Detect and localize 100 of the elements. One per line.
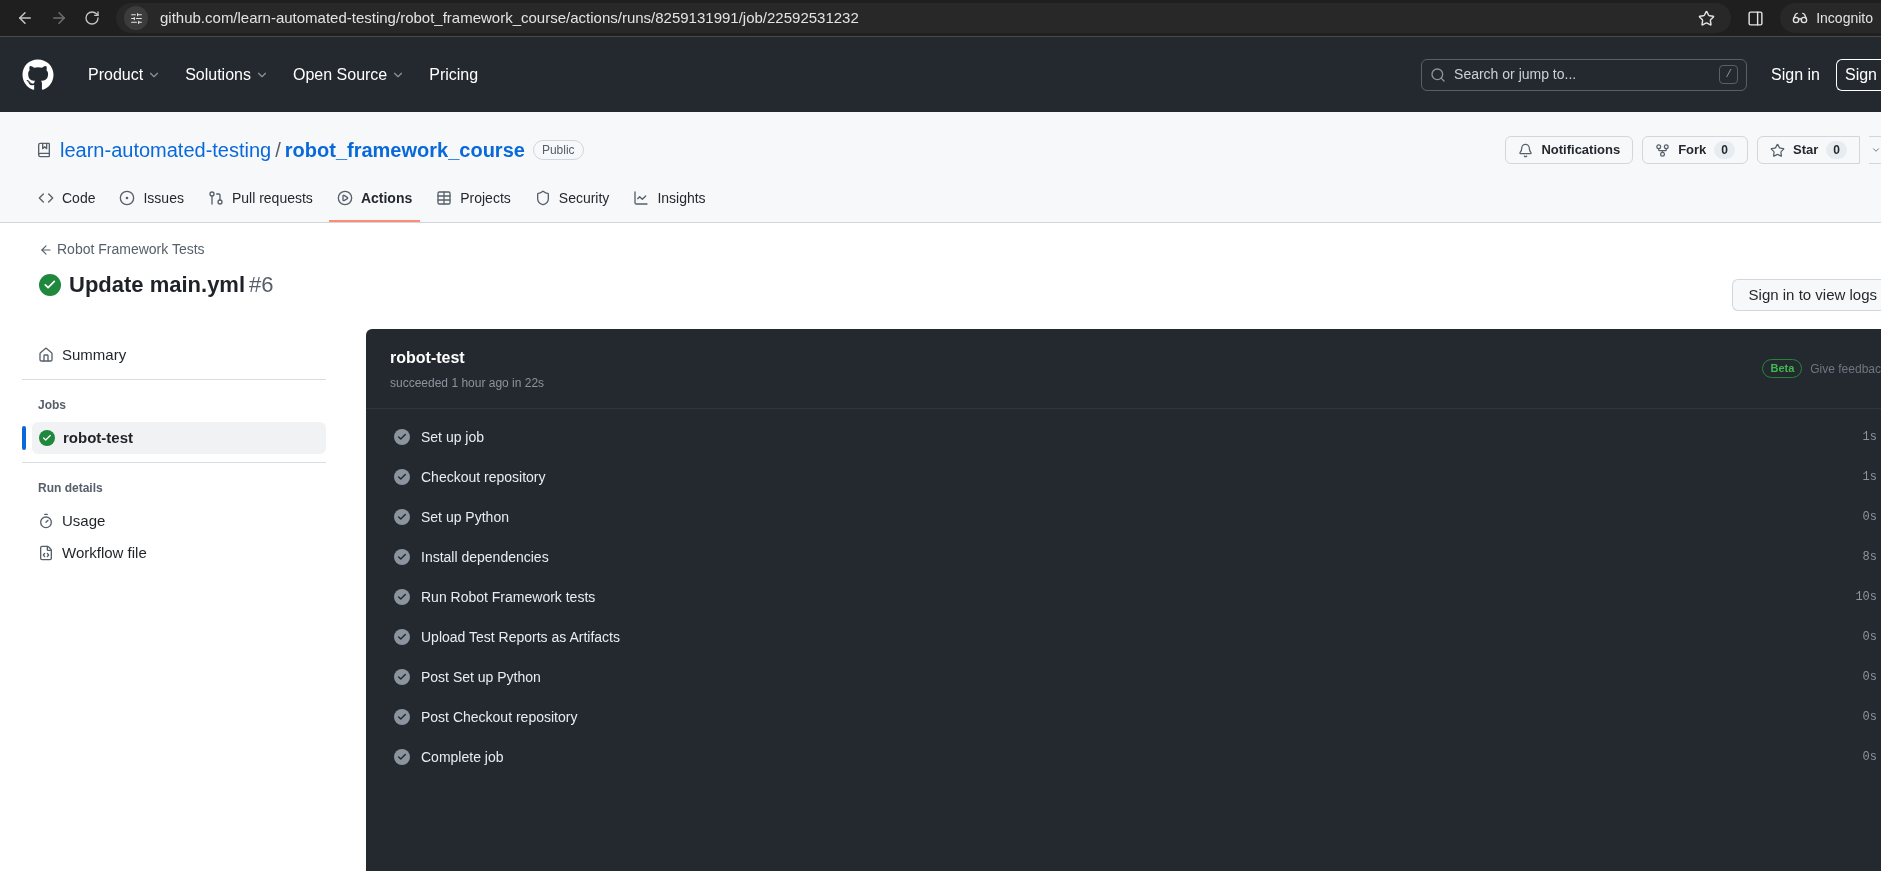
- run-detail-link[interactable]: Usage: [22, 505, 326, 537]
- success-check-icon: [39, 273, 61, 296]
- repo-name-link[interactable]: robot_framework_course: [284, 135, 525, 165]
- repo-tab[interactable]: Issues: [111, 176, 192, 222]
- step-duration: 0s: [1862, 709, 1877, 726]
- reload-icon[interactable]: [84, 10, 100, 26]
- code-icon: [38, 190, 54, 206]
- file-code-icon: [38, 545, 54, 561]
- shortcut-key: /: [1719, 65, 1739, 84]
- summary-link[interactable]: Summary: [22, 339, 326, 371]
- step-row[interactable]: Checkout repository 1s: [366, 457, 1881, 497]
- side-panel-icon[interactable]: [1747, 9, 1765, 27]
- forward-icon[interactable]: [50, 9, 68, 27]
- step-row[interactable]: Complete job 0s: [366, 737, 1881, 777]
- step-name: Checkout repository: [421, 467, 547, 487]
- step-row[interactable]: Set up job 1s: [366, 417, 1881, 457]
- step-row[interactable]: Post Checkout repository 0s: [366, 697, 1881, 737]
- incognito-icon: [1792, 10, 1809, 26]
- step-done-icon: [394, 749, 410, 765]
- step-name: Complete job: [421, 747, 505, 767]
- success-check-icon: [39, 430, 55, 446]
- step-duration: 10s: [1855, 589, 1877, 606]
- sign-in-link[interactable]: Sign in: [1771, 62, 1820, 87]
- step-duration: 8s: [1862, 549, 1877, 566]
- bell-icon: [1518, 142, 1534, 158]
- step-row[interactable]: Install dependencies 8s: [366, 537, 1881, 577]
- repo-owner-link[interactable]: learn-automated-testing: [60, 135, 272, 165]
- url-text: github.com/learn-automated-testing/robot_framework_course/actions/runs/8259131991/job/22592531232: [160, 7, 860, 28]
- step-duration: 0s: [1862, 509, 1877, 526]
- repo-icon: [36, 142, 52, 158]
- step-name: Install dependencies: [421, 547, 550, 567]
- step-row[interactable]: Post Set up Python 0s: [366, 657, 1881, 697]
- section-heading: Run details: [37, 480, 104, 497]
- step-name: Set up Python: [421, 507, 510, 527]
- shield-icon: [534, 190, 551, 206]
- pull-request-icon: [207, 190, 224, 206]
- run-detail-link[interactable]: Workflow file: [22, 537, 326, 569]
- count-label: 0: [1714, 141, 1735, 159]
- step-row[interactable]: Run Robot Framework tests 10s: [366, 577, 1881, 617]
- repo-action-button[interactable]: Star 0: [1757, 136, 1860, 164]
- count-label: 0: [1826, 141, 1847, 159]
- step-row[interactable]: Upload Test Reports as Artifacts 0s: [366, 617, 1881, 657]
- step-done-icon: [394, 549, 410, 565]
- step-done-icon: [394, 629, 410, 645]
- nav-menu-item[interactable]: Open Source: [292, 62, 406, 87]
- search-icon: [1430, 66, 1447, 83]
- step-name: Post Checkout repository: [421, 707, 579, 727]
- repo-tab[interactable]: Code: [30, 176, 104, 222]
- graph-icon: [633, 190, 650, 206]
- star-icon: [1770, 142, 1785, 158]
- caret-icon: [1871, 145, 1881, 155]
- nav-menu-item[interactable]: Product: [88, 62, 162, 87]
- step-duration: 1s: [1862, 429, 1877, 446]
- repo-tab[interactable]: Projects: [428, 176, 519, 222]
- step-name: Upload Test Reports as Artifacts: [421, 627, 621, 647]
- job-item[interactable]: robot-test: [32, 422, 326, 454]
- step-done-icon: [394, 429, 410, 445]
- play-icon: [336, 190, 353, 206]
- bookmark-star-icon[interactable]: [1698, 9, 1716, 27]
- home-icon: [38, 347, 54, 363]
- nav-menu-item[interactable]: Pricing: [429, 62, 479, 87]
- search-field[interactable]: Search or jump to... /: [1421, 58, 1748, 91]
- step-done-icon: [394, 669, 410, 685]
- repo-action-button[interactable]: Fork 0: [1642, 136, 1748, 164]
- step-name: Set up job: [421, 427, 486, 447]
- job-summary: succeeded 1 hour ago in 22s: [390, 374, 545, 392]
- step-done-icon: [394, 589, 410, 605]
- step-name: Post Set up Python: [421, 667, 542, 687]
- stopwatch-icon: [38, 513, 54, 529]
- repo-tab[interactable]: Actions: [328, 176, 421, 222]
- back-icon[interactable]: [16, 9, 34, 27]
- site-info-icon[interactable]: [124, 6, 148, 30]
- nav-menu-item[interactable]: Solutions: [185, 62, 269, 87]
- circle-dot-icon: [119, 190, 136, 206]
- repo-tab[interactable]: Pull requests: [199, 176, 321, 222]
- incognito-chip[interactable]: Incognito: [1780, 3, 1881, 33]
- step-done-icon: [394, 469, 410, 485]
- step-duration: 0s: [1862, 629, 1877, 646]
- fork-icon: [1655, 142, 1671, 158]
- sign-in-logs-button[interactable]: Sign in to view logs: [1731, 279, 1881, 311]
- repo-action-button[interactable]: Notifications: [1505, 136, 1634, 164]
- star-dropdown-button[interactable]: [1869, 136, 1881, 164]
- github-logo-icon[interactable]: [22, 58, 54, 91]
- step-done-icon: [394, 509, 410, 525]
- path-separator: /: [275, 138, 281, 163]
- repo-tab[interactable]: Security: [526, 176, 618, 222]
- step-duration: 0s: [1862, 749, 1877, 766]
- section-heading: Jobs: [37, 397, 67, 414]
- step-duration: 1s: [1862, 469, 1877, 486]
- sign-up-button[interactable]: Sign: [1835, 58, 1881, 91]
- run-title: Update main.yml: [69, 271, 246, 299]
- repo-tab[interactable]: Insights: [625, 176, 714, 222]
- search-placeholder: Search or jump to...: [1454, 65, 1578, 84]
- job-name: robot-test: [390, 347, 466, 368]
- run-number: #6: [249, 271, 274, 299]
- step-done-icon: [394, 709, 410, 725]
- address-bar[interactable]: github.com/learn-automated-testing/robot_framework_course/actions/runs/8259131991/job/22592531232: [116, 3, 1732, 33]
- step-row[interactable]: Set up Python 0s: [366, 497, 1881, 537]
- back-link[interactable]: Robot Framework Tests: [39, 239, 274, 260]
- step-duration: 0s: [1862, 669, 1877, 686]
